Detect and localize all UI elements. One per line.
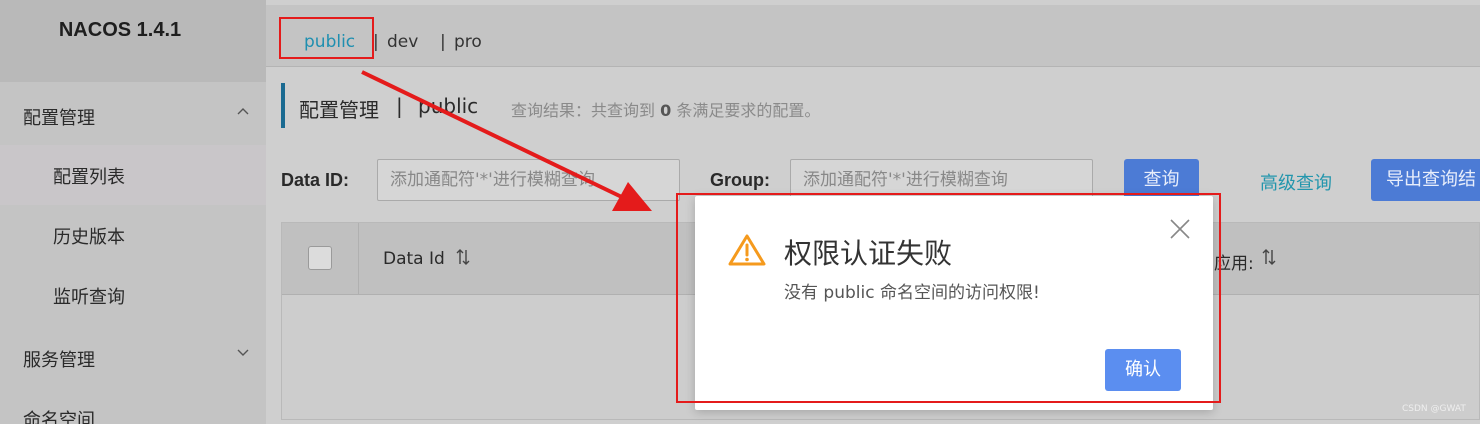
page-namespace: public	[418, 94, 479, 118]
query-result-text: 查询结果：共查询到 0 条满足要求的配置。	[511, 97, 820, 121]
warning-icon	[727, 233, 767, 267]
data-id-label: Data ID:	[281, 170, 350, 190]
sidebar-item-listener-query[interactable]: 监听查询	[0, 265, 266, 325]
app-logo: NACOS 1.4.1	[0, 0, 266, 82]
sidebar-item-label: 监听查询	[53, 287, 125, 308]
namespace-tab-pro[interactable]: pro	[454, 32, 482, 52]
dialog-title: 权限认证失败	[784, 237, 953, 270]
sort-icon[interactable]	[1261, 248, 1277, 271]
select-all-checkbox[interactable]	[308, 246, 332, 270]
dialog-message: 没有 public 命名空间的访问权限!	[784, 283, 1040, 303]
close-icon[interactable]	[1169, 218, 1191, 240]
sidebar-item-history[interactable]: 历史版本	[0, 205, 266, 265]
export-button[interactable]: 导出查询结	[1371, 159, 1480, 201]
page-title-separator: |	[396, 94, 403, 118]
sort-icon[interactable]	[455, 248, 471, 271]
confirm-button[interactable]: 确认	[1105, 349, 1181, 391]
app-title: NACOS 1.4.1	[58, 19, 182, 41]
column-header-app[interactable]: 应用:	[1214, 249, 1254, 274]
query-button[interactable]: 查询	[1124, 159, 1199, 201]
result-prefix: 查询结果：共查询到	[511, 101, 661, 120]
namespace-tab-dev[interactable]: dev	[387, 32, 418, 52]
annotation-highlight-box	[279, 17, 374, 59]
sidebar-group-namespace[interactable]: 命名空间	[23, 406, 95, 424]
advanced-query-link[interactable]: 高级查询	[1260, 169, 1332, 195]
sidebar-item-config-list[interactable]: 配置列表	[0, 145, 266, 205]
data-id-input[interactable]: 添加通配符'*'进行模糊查询	[377, 159, 680, 201]
sidebar: NACOS 1.4.1 配置管理 配置列表 历史版本 监听查询 服务管理 命名空…	[0, 0, 266, 424]
column-header-data-id[interactable]: Data Id	[383, 249, 445, 269]
chevron-up-icon[interactable]	[236, 104, 250, 122]
group-input[interactable]: 添加通配符'*'进行模糊查询	[790, 159, 1093, 201]
result-suffix: 条满足要求的配置。	[671, 101, 821, 120]
sidebar-group-service[interactable]: 服务管理	[23, 346, 95, 372]
column-divider	[358, 223, 359, 295]
namespace-separator: |	[440, 32, 446, 52]
permission-error-dialog: 权限认证失败 没有 public 命名空间的访问权限! 确认	[695, 196, 1213, 410]
title-accent-bar	[281, 83, 285, 128]
watermark: CSDN @GWAT	[1402, 404, 1466, 414]
namespace-bar: public | dev | pro	[266, 5, 1480, 67]
chevron-down-icon[interactable]	[236, 346, 250, 364]
sidebar-item-label: 历史版本	[53, 227, 125, 248]
result-count: 0	[660, 101, 672, 120]
sidebar-item-label: 配置列表	[53, 167, 125, 188]
group-label: Group:	[710, 170, 770, 190]
sidebar-group-config[interactable]: 配置管理	[23, 104, 95, 130]
page-title: 配置管理	[299, 98, 379, 122]
